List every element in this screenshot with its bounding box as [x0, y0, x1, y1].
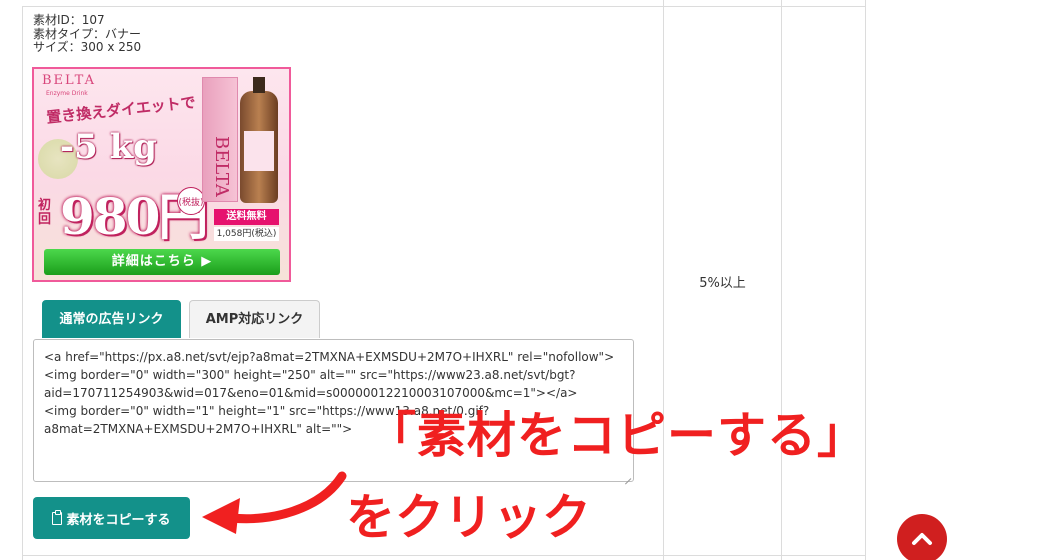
- table-divider-2: [781, 0, 782, 560]
- material-type: 素材タイプ：バナー: [33, 26, 142, 41]
- copy-button-label: 素材をコピーする: [66, 511, 171, 527]
- banner-shipping: 送料無料: [214, 209, 279, 225]
- material-size: サイズ：300 x 250: [33, 40, 142, 54]
- banner-subtitle: Enzyme Drink: [46, 90, 88, 97]
- material-meta: 素材ID：107 素材タイプ：バナー サイズ：300 x 250: [33, 13, 142, 55]
- banner-image[interactable]: BELTA Enzyme Drink 置き換えダイエットで -5 kg 初回 9…: [32, 67, 291, 282]
- table-border-left: [22, 6, 23, 560]
- chevron-up-icon: [912, 533, 932, 545]
- bottle-label: [244, 131, 274, 171]
- table-border-top: [22, 6, 865, 7]
- tab-normal-link[interactable]: 通常の広告リンク: [42, 300, 181, 338]
- material-id: 素材ID：107: [33, 13, 105, 27]
- reward-rate: 5%以上: [699, 276, 746, 291]
- tab-amp-link[interactable]: AMP対応リンク: [189, 300, 320, 338]
- product-box-label: BELTA: [211, 136, 232, 197]
- copy-material-button[interactable]: 素材をコピーする: [33, 497, 190, 539]
- scroll-to-top-button[interactable]: [897, 514, 947, 560]
- banner-tax-badge: (税抜): [177, 187, 205, 215]
- banner-tax-included: 1,058円(税込): [214, 227, 279, 241]
- resize-handle[interactable]: [622, 470, 632, 480]
- red-arrow-icon: [202, 471, 347, 534]
- product-box: BELTA: [202, 77, 238, 202]
- table-divider-3: [865, 0, 866, 560]
- table-border-bottom: [22, 555, 865, 556]
- banner-cta-button[interactable]: 詳細はこちら ▶: [44, 249, 280, 275]
- product-bottle: [240, 77, 278, 203]
- banner-first-time: 初回: [38, 198, 52, 227]
- banner-kg: -5 kg: [60, 127, 157, 167]
- clipboard-icon: [52, 509, 63, 525]
- banner-logo: BELTA: [42, 73, 96, 88]
- annotation-line-1: 「素材をコピーする」: [367, 407, 868, 464]
- annotation-line-2: をクリック: [346, 489, 592, 546]
